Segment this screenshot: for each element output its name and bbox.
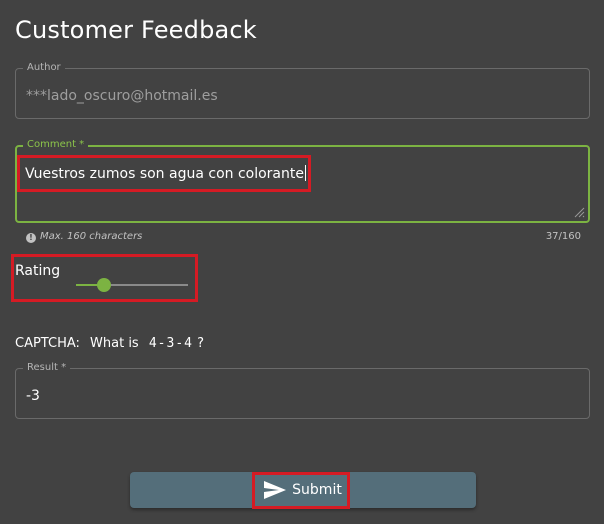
send-icon [264,481,287,499]
captcha-row: CAPTCHA: What is 4-3-4 ? [15,336,204,351]
captcha-question: What is [90,336,139,351]
character-counter: 37/160 [545,231,581,242]
captcha-suffix: ? [197,336,205,351]
info-circle-icon: ! [26,233,36,243]
author-label: Author [23,62,65,74]
comment-field[interactable]: Comment * Vuestros zumos son agua con co… [15,139,590,223]
slider-thumb[interactable] [97,278,111,292]
comment-text: Vuestros zumos son agua con colorante [25,166,304,182]
page-title: Customer Feedback [15,16,257,44]
comment-label: Comment * [23,139,89,151]
comment-hint: Max. 160 characters [40,231,143,242]
text-caret [305,165,306,181]
captcha-label: CAPTCHA: [15,336,80,351]
author-field[interactable]: Author ***lado_oscuro@hotmail.es [15,62,590,119]
rating-label: Rating [15,263,61,279]
comment-textarea[interactable]: Vuestros zumos son agua con colorante [25,165,306,182]
resize-handle-icon[interactable] [573,206,585,218]
author-input[interactable]: ***lado_oscuro@hotmail.es [26,88,218,104]
captcha-expression: 4-3-4 [148,336,193,351]
submit-label: Submit [292,482,342,498]
result-input[interactable]: -3 [26,388,40,404]
result-field[interactable]: Result * -3 [15,362,590,419]
submit-button[interactable]: Submit [130,472,476,508]
rating-slider[interactable] [76,278,188,292]
result-label: Result * [23,362,71,374]
comment-hint-row: ! Max. 160 characters 37/160 [26,231,581,243]
